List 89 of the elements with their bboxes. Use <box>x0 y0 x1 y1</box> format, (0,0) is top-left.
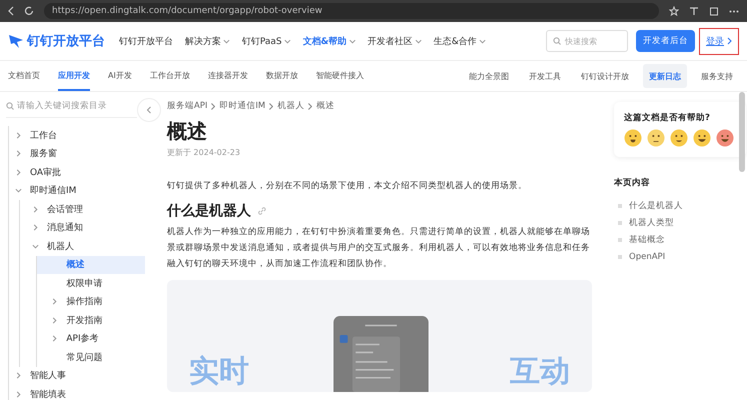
tree-item[interactable]: 智能人事 <box>9 366 145 385</box>
toc-link[interactable]: OpenAPI <box>618 248 747 265</box>
breadcrumb-link[interactable]: 机器人 <box>277 100 304 112</box>
section-tab[interactable]: 智能硬件接入 <box>316 61 364 91</box>
more-icon[interactable] <box>729 10 739 12</box>
caret-icon <box>51 298 58 306</box>
toc-title: 本页内容 <box>614 177 651 189</box>
toc-link[interactable]: 基础概念 <box>618 231 747 248</box>
tree-item[interactable]: 服务窗 <box>9 144 145 163</box>
back-icon[interactable] <box>8 6 14 16</box>
caret-icon <box>15 132 22 139</box>
utility-link[interactable]: 开发工具 <box>523 64 567 88</box>
tree-item[interactable]: 概述 <box>37 256 145 274</box>
emoji-icon[interactable] <box>647 129 665 147</box>
console-button[interactable]: 开发者后台 <box>636 30 695 52</box>
caret-icon <box>15 168 22 176</box>
breadcrumb-link[interactable]: 即时通信IM <box>219 100 266 112</box>
search-icon <box>553 37 561 45</box>
section-tab[interactable]: 工作台开放 <box>150 61 190 91</box>
logo-icon <box>8 33 24 49</box>
tree-item[interactable]: 工作台 <box>9 126 145 144</box>
chevron-down-icon <box>478 38 486 44</box>
tree-item[interactable]: 开发指南 <box>37 311 145 330</box>
section-tab[interactable]: 连接器开发 <box>208 61 248 91</box>
caret-icon <box>15 372 22 380</box>
nav-link[interactable]: 生态&合作 <box>434 34 486 48</box>
page-title: 概述 <box>167 118 208 145</box>
scrollbar-thumb[interactable] <box>739 92 745 172</box>
address-bar[interactable]: https://open.dingtalk.com/document/orgapp/robot-overview <box>44 3 659 19</box>
feedback-question: 这篇文档是否有帮助? <box>624 112 711 124</box>
tree-item[interactable]: 操作指南 <box>37 292 145 311</box>
banner-word: 实时 <box>189 355 249 388</box>
chevron-left-icon <box>146 106 152 114</box>
section-tab[interactable]: 文档首页 <box>8 61 40 91</box>
emoji-icon[interactable] <box>624 129 642 147</box>
section-tab[interactable]: 数据开放 <box>266 61 298 91</box>
chevron-down-icon <box>414 38 422 44</box>
updated-date: 更新于 2024-02-23 <box>167 147 242 158</box>
caret-icon <box>15 150 22 158</box>
tree-item[interactable]: 会话管理 <box>20 200 145 218</box>
caret-icon <box>15 187 22 194</box>
nav-link[interactable]: 解决方案 <box>185 34 230 48</box>
chevron-down-icon <box>348 38 356 44</box>
emoji-icon[interactable] <box>693 129 711 147</box>
tree-item[interactable]: 即时通信IM <box>9 182 145 200</box>
chevron-right-icon <box>211 102 216 110</box>
tree-item[interactable]: 权限申请 <box>37 274 145 292</box>
utility-link[interactable]: 更新日志 <box>643 64 687 88</box>
breadcrumb-link[interactable]: 服务端API <box>167 100 208 112</box>
tree-item[interactable]: 常见问题 <box>37 348 145 366</box>
toc-link[interactable]: 什么是机器人 <box>618 197 747 214</box>
nav-link[interactable]: 钉钉PaaS <box>242 34 291 48</box>
intro-paragraph: 钉钉提供了多种机器人，分别在不同的场景下使用，本文介绍不同类型机器人的使用场景。 <box>167 180 528 193</box>
chevron-right-icon <box>269 102 274 110</box>
section-heading: 什么是机器人 <box>167 202 251 220</box>
nav-link[interactable]: 开发者社区 <box>368 34 422 48</box>
caret-icon <box>51 335 58 342</box>
chevron-right-icon <box>727 37 732 45</box>
caret-icon <box>32 224 39 232</box>
caret-icon <box>32 206 39 213</box>
tree-item[interactable]: API参考 <box>37 330 145 348</box>
tree-item[interactable]: 消息通知 <box>20 218 145 237</box>
utility-link[interactable]: 服务支持 <box>695 64 739 88</box>
chevron-down-icon <box>284 38 291 44</box>
utility-link[interactable]: 能力全景图 <box>463 64 515 88</box>
chevron-right-icon <box>308 102 312 110</box>
caret-icon <box>32 242 39 250</box>
logo-text[interactable]: 钉钉开放平台 <box>27 32 105 50</box>
login-link[interactable]: 登录 <box>699 28 739 54</box>
section-paragraph: 机器人作为一种独立的应用能力，在钉钉中扮演着重要角色。只需进行简单的设置，机器人就能够在单聊场景或群聊场景中发送消息通知，或者提供与用户的交互式服务。利用机器人，可以有效地将业务信息和任务融入钉钉的聊天环境中，从而加速工作流程和团队协作。 <box>167 226 591 271</box>
emoji-icon[interactable] <box>670 129 688 147</box>
section-tab[interactable]: 应用开发 <box>58 61 90 91</box>
section-tab[interactable]: AI开发 <box>108 61 132 91</box>
toc-link[interactable]: 机器人类型 <box>618 214 747 231</box>
utility-link[interactable]: 钉钉设计开放 <box>575 64 635 88</box>
tree-item[interactable]: 智能填表 <box>9 385 145 400</box>
emoji-icon[interactable] <box>716 129 734 147</box>
search-icon <box>6 102 14 110</box>
tree-item[interactable]: 机器人 <box>20 237 145 256</box>
breadcrumb-link[interactable]: 概述 <box>316 100 334 112</box>
chevron-down-icon <box>223 38 230 44</box>
nav-link[interactable]: 文档&帮助 <box>302 34 356 48</box>
nav-link[interactable]: 钉钉开放平台 <box>119 34 173 48</box>
refresh-icon[interactable] <box>24 6 34 16</box>
star-icon[interactable] <box>669 6 679 16</box>
tree-item[interactable]: OA审批 <box>9 163 145 182</box>
caret-icon <box>51 316 58 324</box>
banner-word: 互动 <box>510 355 570 388</box>
caret-icon <box>15 390 22 398</box>
